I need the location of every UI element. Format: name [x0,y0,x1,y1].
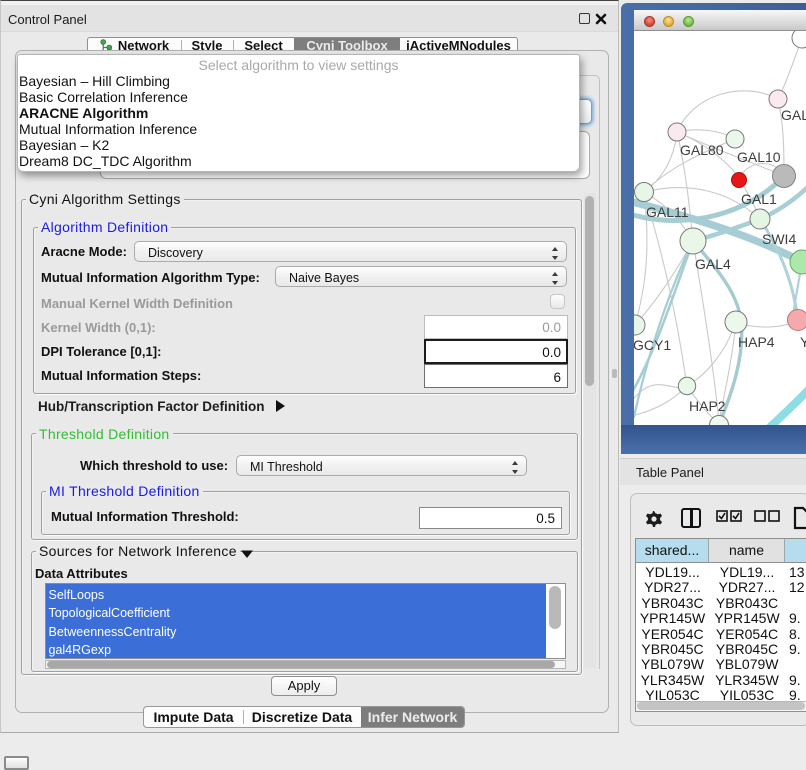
svg-text:GAL1: GAL1 [741,191,777,207]
svg-text:HAP2: HAP2 [689,398,726,414]
svg-text:SWI4: SWI4 [762,231,796,247]
svg-text:GAL4: GAL4 [695,256,731,272]
svg-text:GAL11: GAL11 [646,204,689,220]
svg-text:GAL10: GAL10 [737,149,781,165]
svg-text:GAL2: GAL2 [781,107,806,123]
svg-text:Y: Y [800,334,806,350]
svg-text:HAP4: HAP4 [738,334,775,350]
svg-text:GAL80: GAL80 [680,142,724,158]
svg-text:GCY1: GCY1 [634,337,671,353]
